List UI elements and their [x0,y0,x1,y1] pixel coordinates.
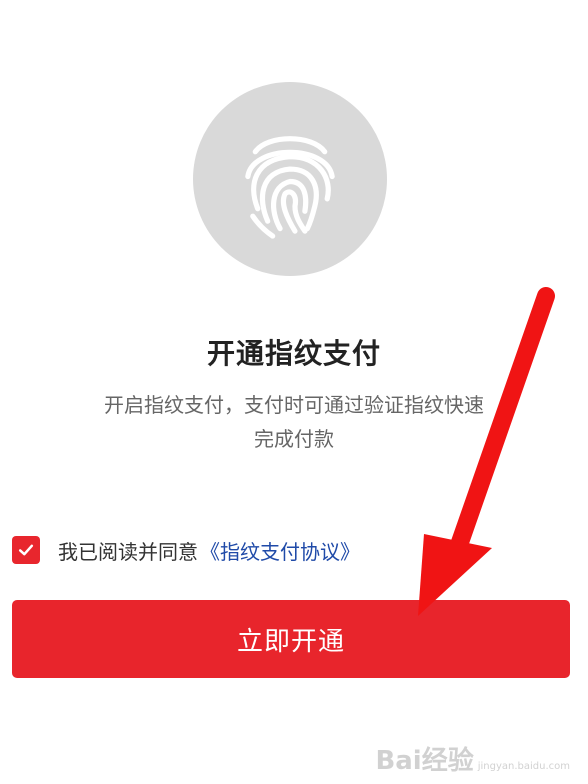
agreement-row: 我已阅读并同意 《指纹支付协议》 [12,534,360,566]
agreement-link[interactable]: 《指纹支付协议》 [200,536,360,565]
enable-now-button[interactable]: 立即开通 [12,600,570,678]
description-line-2: 完成付款 [254,427,334,451]
baidu-watermark: Bai经验 jingyan.baidu.com [375,748,570,774]
fingerprint-icon [193,82,387,276]
description-line-1: 开启指纹支付，支付时可通过验证指纹快速 [104,393,484,417]
watermark-brand: Bai经验 [375,746,474,776]
description-text: 开启指纹支付，支付时可通过验证指纹快速 完成付款 [60,388,528,456]
check-icon [18,544,34,556]
page-title: 开通指纹支付 [206,337,381,370]
watermark-url: jingyan.baidu.com [477,761,570,772]
fingerprint-payment-page: 开通指纹支付 开启指纹支付，支付时可通过验证指纹快速 完成付款 我已阅读并同意 … [0,0,588,784]
agreement-label: 我已阅读并同意 [58,539,198,564]
agreement-checkbox[interactable] [12,536,40,564]
